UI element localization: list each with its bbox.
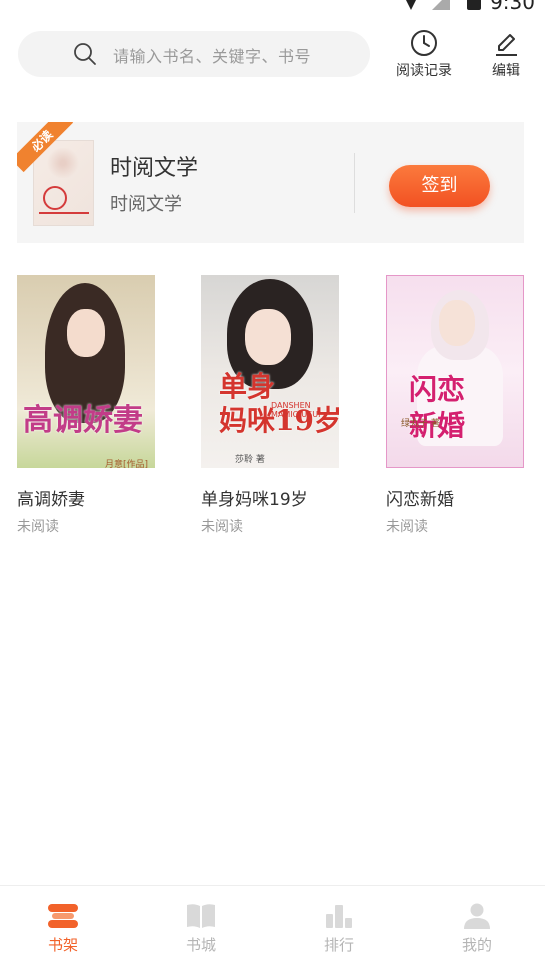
- featured-subtitle: 时阅文学: [110, 194, 182, 215]
- cover-pinyin: DANSHEN MAMIQIUSUI: [271, 401, 321, 419]
- clock-icon: [411, 30, 437, 56]
- bar-chart-icon: [326, 905, 352, 928]
- tab-bookshelf[interactable]: 书架: [28, 902, 98, 955]
- bookshelf-icon: [48, 904, 78, 928]
- book-open-icon: [187, 904, 215, 928]
- tab-ranking[interactable]: 排行: [304, 902, 374, 955]
- tab-bookstore[interactable]: 书城: [166, 902, 236, 955]
- cover-emblem: [43, 186, 67, 210]
- wifi-icon: [402, 0, 420, 10]
- cover-author: 莎聆 著: [235, 455, 265, 465]
- book-status: 未阅读: [201, 519, 243, 535]
- cover-title: 高调娇妻: [23, 403, 143, 438]
- book-title: 高调娇妻: [17, 490, 85, 510]
- featured-title: 时阅文学: [110, 156, 199, 181]
- search-placeholder: 请输入书名、关键字、书号: [113, 47, 312, 66]
- cover-figure-face: [439, 300, 475, 346]
- pencil-icon: [496, 34, 517, 56]
- cover-title: 闪恋 新婚: [409, 372, 465, 444]
- status-bar: 9:30: [0, 0, 545, 16]
- must-read-ribbon: 必读: [17, 122, 75, 180]
- edit-label: 编辑: [492, 63, 520, 79]
- book-cover[interactable]: 闪恋 新婚 绿丸子 著: [386, 275, 524, 468]
- book-title: 闪恋新婚: [386, 490, 454, 510]
- tab-mine[interactable]: 我的: [442, 902, 512, 955]
- book-cover[interactable]: 单身 妈咪19岁 DANSHEN MAMIQIUSUI 莎聆 著: [201, 275, 339, 468]
- search-input[interactable]: 请输入书名、关键字、书号: [18, 31, 370, 77]
- reading-history-label: 阅读记录: [396, 63, 452, 79]
- must-read-badge: 必读: [17, 122, 74, 173]
- book-status: 未阅读: [386, 519, 428, 535]
- cover-author: 月意[作品]: [105, 460, 149, 468]
- sign-in-button[interactable]: 签到: [389, 165, 490, 207]
- tab-mine-label: 我的: [461, 936, 492, 954]
- book-item[interactable]: 高调娇妻 月意[作品] 高调娇妻 未阅读: [17, 275, 157, 536]
- cover-title-line-1: 单身: [219, 370, 276, 403]
- cover-title-line-1: 闪恋: [409, 373, 466, 406]
- battery-icon: [467, 0, 481, 10]
- cover-line: [39, 212, 89, 214]
- cover-figure-face: [67, 309, 105, 357]
- status-time: 9:30: [490, 0, 535, 14]
- tab-ranking-label: 排行: [323, 936, 354, 954]
- edit-button[interactable]: 编辑: [484, 28, 528, 80]
- book-cover[interactable]: 高调娇妻 月意[作品]: [17, 275, 155, 468]
- reading-history-button[interactable]: 阅读记录: [392, 28, 456, 80]
- bottom-nav: 书架 书城 排行 我的: [0, 885, 545, 960]
- tab-bookshelf-label: 书架: [47, 936, 78, 954]
- tab-bookstore-label: 书城: [185, 936, 216, 954]
- search-icon: [74, 43, 96, 65]
- featured-book-card[interactable]: 必读 时阅文学 时阅文学 签到: [17, 122, 524, 243]
- user-icon: [464, 903, 490, 929]
- cover-author: 绿丸子 著: [401, 419, 440, 429]
- divider: [354, 153, 355, 213]
- book-item[interactable]: 单身 妈咪19岁 DANSHEN MAMIQIUSUI 莎聆 著 单身妈咪19岁…: [201, 275, 341, 536]
- signal-icon: [432, 0, 450, 10]
- book-item[interactable]: 闪恋 新婚 绿丸子 著 闪恋新婚 未阅读: [386, 275, 526, 536]
- book-status: 未阅读: [17, 519, 59, 535]
- cover-figure-face: [245, 309, 291, 365]
- book-title: 单身妈咪19岁: [201, 490, 308, 510]
